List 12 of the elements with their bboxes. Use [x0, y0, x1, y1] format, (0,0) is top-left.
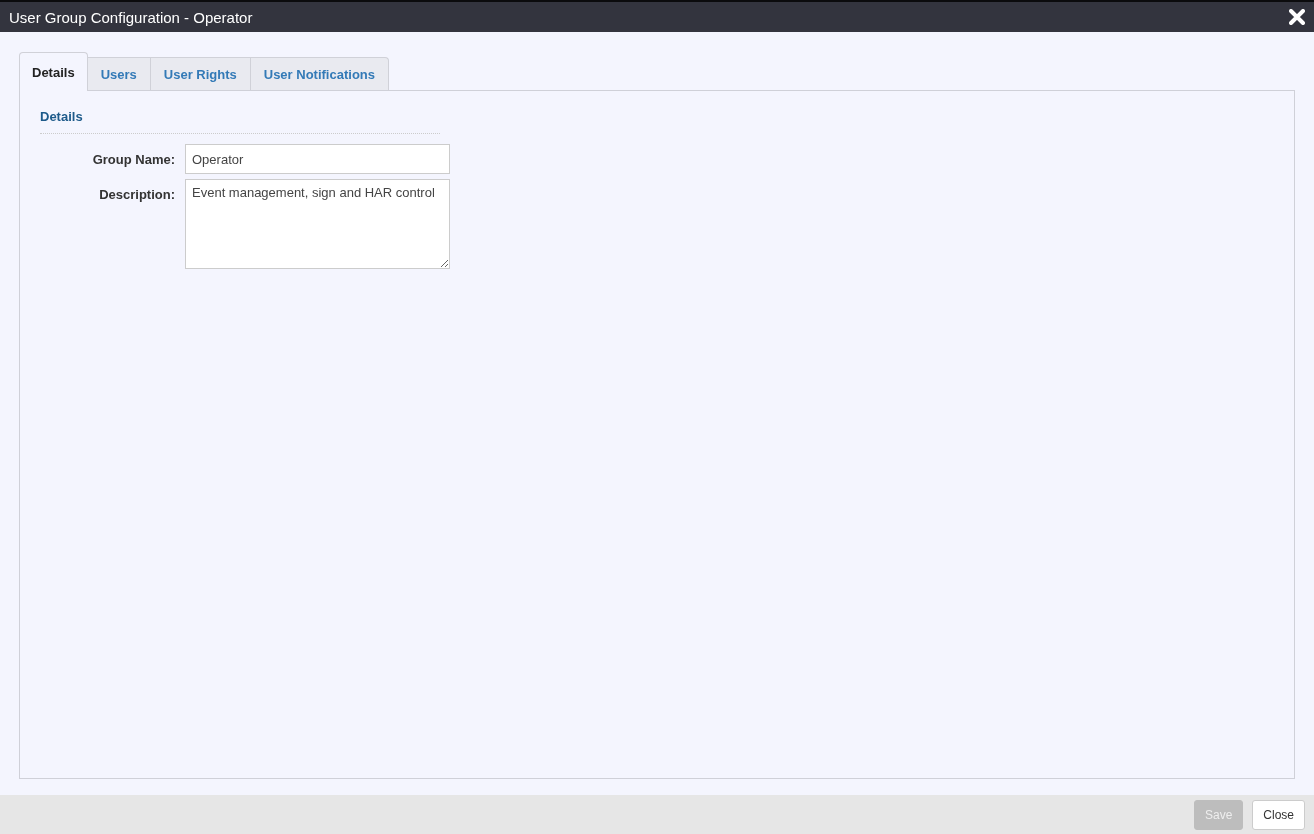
close-icon[interactable] — [1289, 9, 1305, 25]
section-heading: Details — [40, 109, 440, 134]
tab[interactable]: User Notifications — [250, 57, 389, 90]
close-button[interactable]: Close — [1252, 799, 1305, 830]
tab[interactable]: Users — [87, 57, 151, 90]
field-label: Description: — [98, 186, 175, 202]
tab[interactable]: User Rights — [150, 57, 251, 90]
group-name-field[interactable]: Operator — [185, 144, 450, 174]
field-label: Group Name: — [91, 151, 175, 167]
tab[interactable]: Details — [19, 52, 88, 91]
window-title: User Group Configuration - Operator — [9, 8, 253, 26]
description-field[interactable]: Event management, sign and HAR control — [185, 179, 450, 269]
